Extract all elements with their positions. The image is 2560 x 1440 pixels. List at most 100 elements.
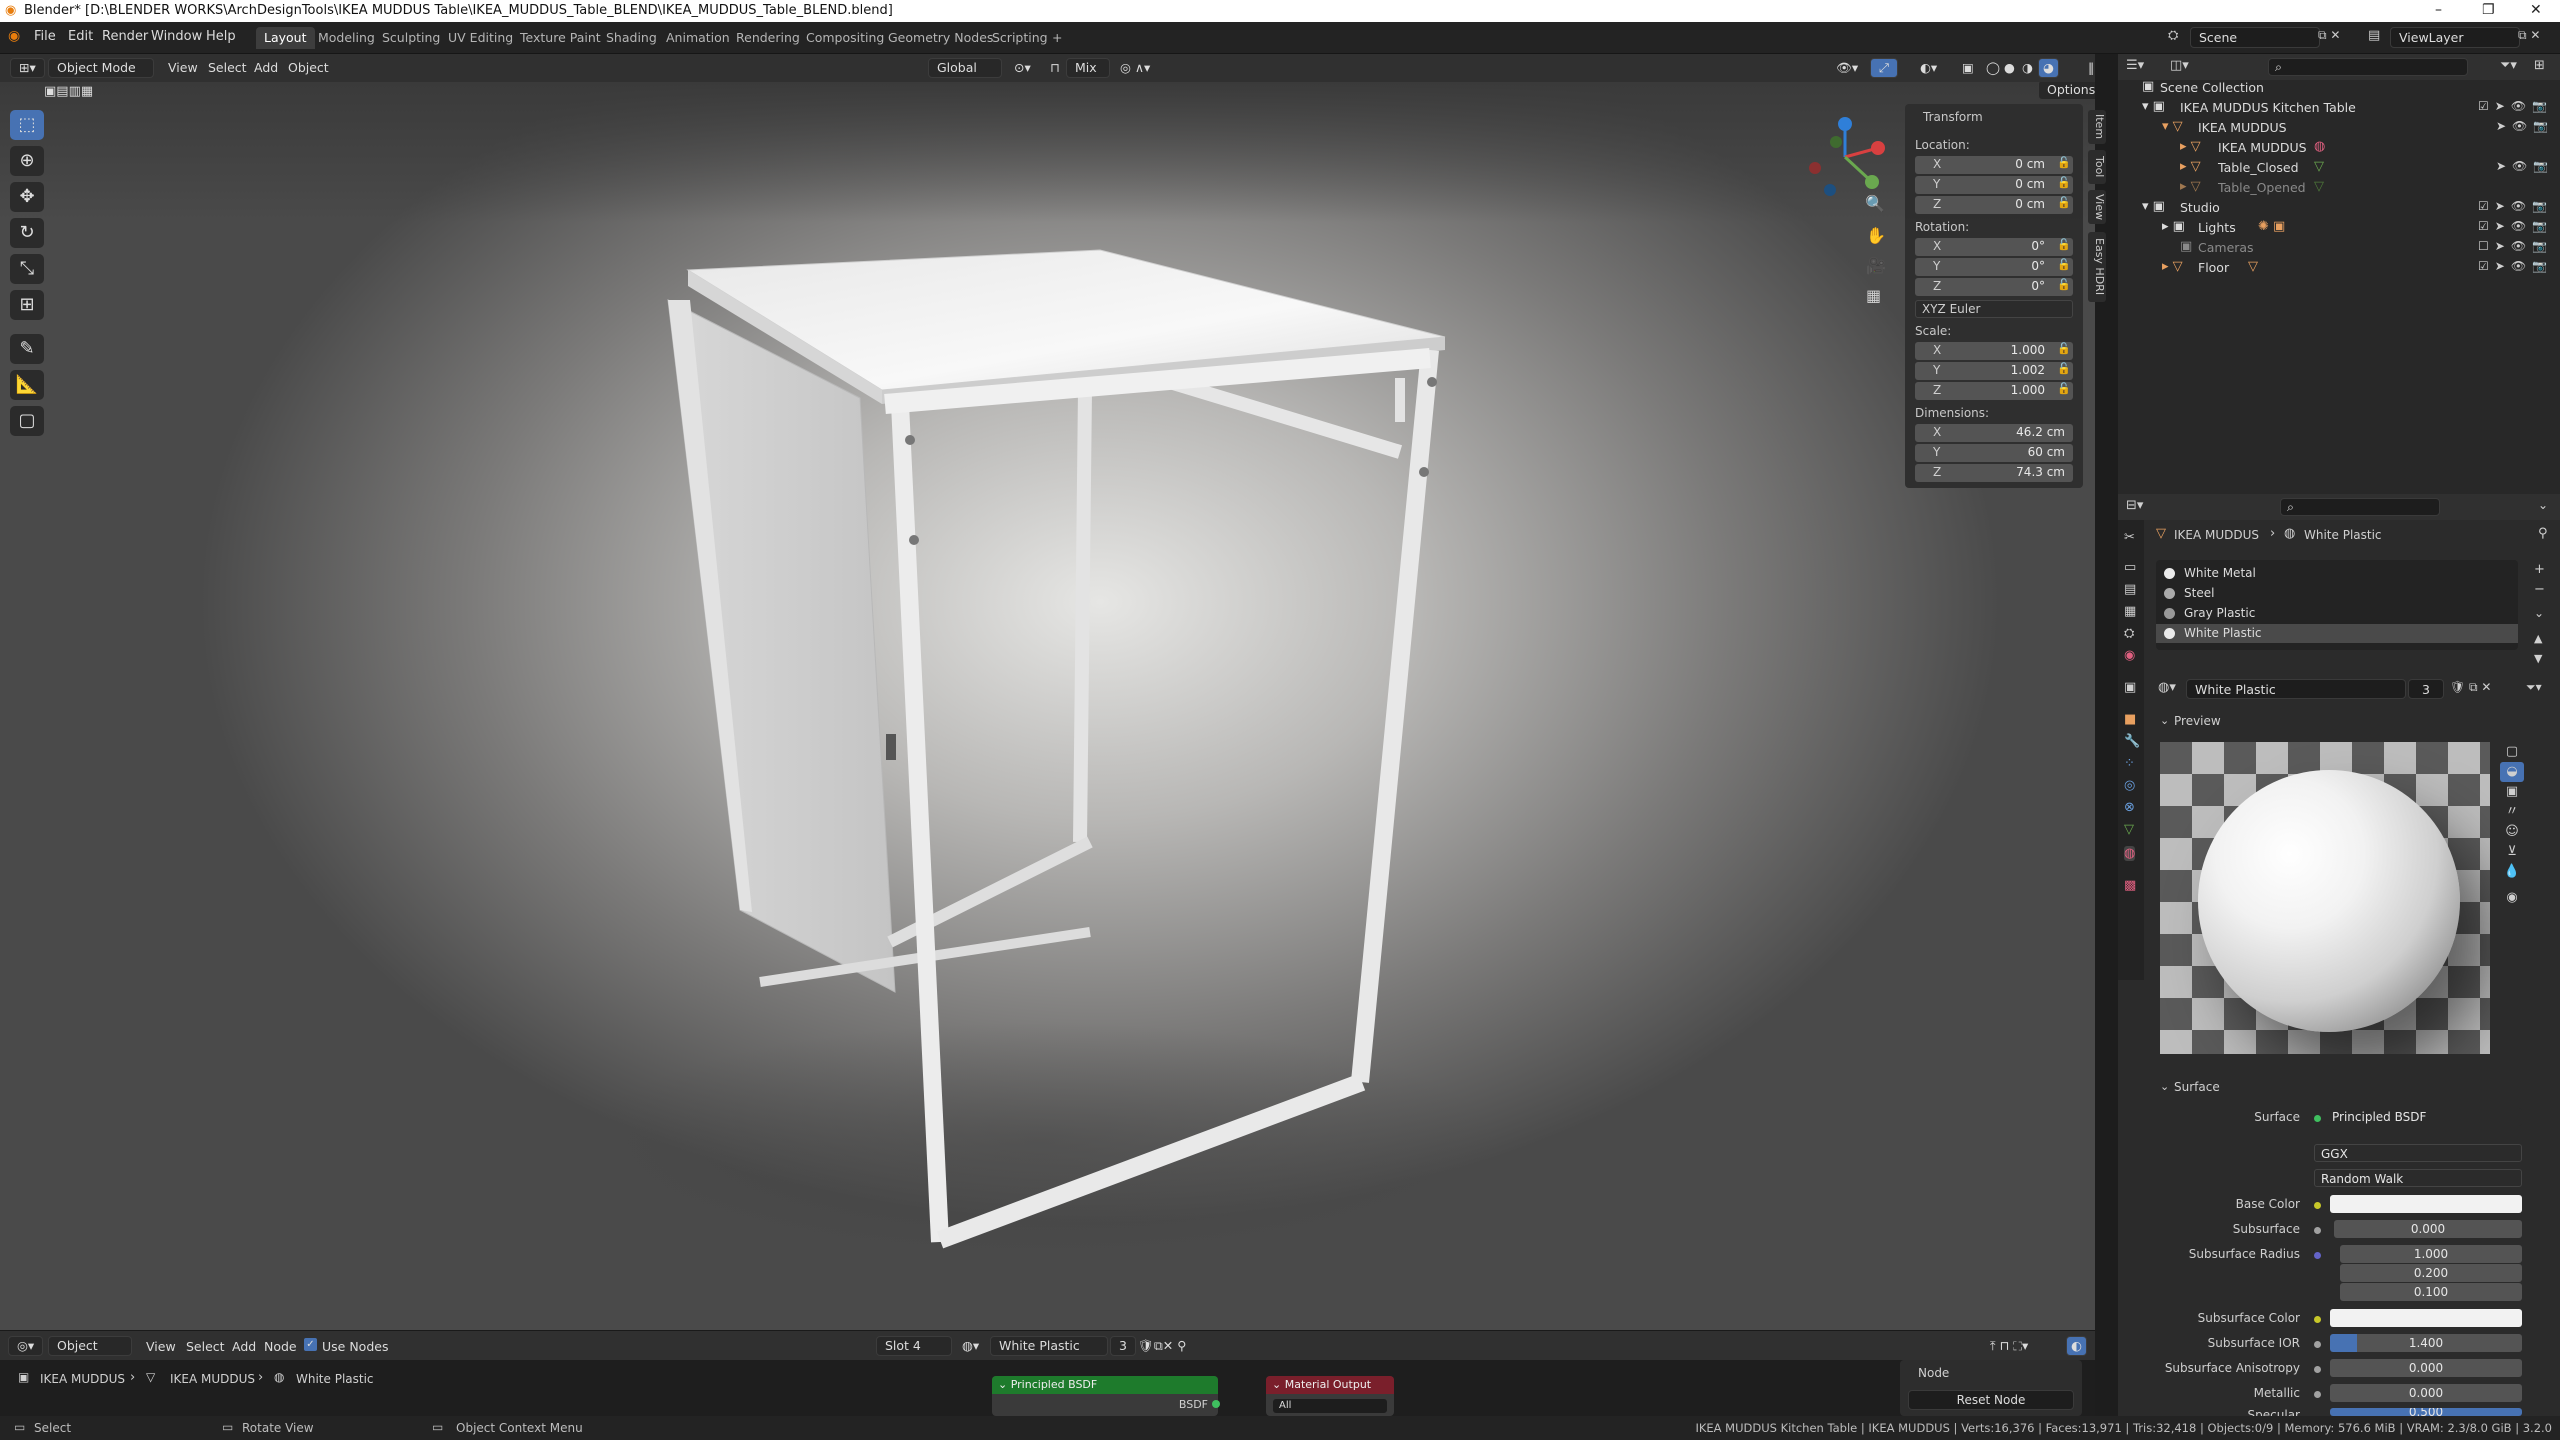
preview-flat-icon[interactable]: ▢ — [2500, 742, 2524, 762]
particles-tab-icon[interactable]: ⁘ — [2124, 756, 2135, 771]
view-menu[interactable]: View — [168, 60, 198, 75]
outliner-row-floor[interactable]: ▸ ▽ Floor ▽ ☑➤👁📷 — [2118, 258, 2560, 278]
transform-orientation[interactable]: Global — [928, 58, 1002, 78]
mode-selector[interactable]: Object Mode — [48, 58, 154, 78]
pin-icon[interactable]: ⚲ — [2538, 526, 2548, 541]
world-tab-icon[interactable]: ◉ — [2124, 648, 2135, 663]
shading-material-icon[interactable]: ◑ — [2022, 60, 2033, 75]
slot-specials-icon[interactable]: ⌄ — [2534, 606, 2544, 620]
dimension-x-field[interactable]: X 46.2 cm — [1915, 424, 2073, 442]
remove-slot-icon[interactable]: − — [2534, 582, 2545, 597]
outliner-row-kitchen-table[interactable]: ▾ ▣ IKEA MUDDUS Kitchen Table ☑➤👁📷 — [2118, 98, 2560, 118]
pivot-icon[interactable]: ⊙▾ — [1014, 60, 1031, 75]
render-tab-icon[interactable]: ▭ — [2124, 560, 2136, 575]
output-tab-icon[interactable]: ▤ — [2124, 582, 2136, 597]
preview-hair-icon[interactable]: 〃 — [2500, 802, 2524, 822]
object-tab-icon[interactable]: ■ — [2124, 712, 2136, 727]
viewlayer-selector[interactable]: ViewLayer — [2390, 27, 2520, 48]
output-target-select[interactable]: All — [1272, 1398, 1388, 1414]
preview-collapse-icon[interactable]: ⌄ — [2160, 714, 2169, 727]
tab-texture-paint[interactable]: Texture Paint — [512, 27, 609, 49]
menu-help[interactable]: Help — [206, 29, 236, 44]
node-material-actions-icon[interactable]: 🛡⧉✕ ⚲ — [1138, 1338, 1186, 1354]
npanel-tab-tool[interactable]: Tool — [2088, 150, 2106, 184]
filter-icon[interactable]: ⏷▾ — [2500, 58, 2517, 73]
subsurface-radius-z-field[interactable]: 0.100 — [2340, 1283, 2522, 1301]
npanel-tab-view[interactable]: View — [2088, 190, 2106, 224]
new-viewlayer-icon[interactable]: ⧉ ✕ — [2518, 28, 2540, 43]
material-tab-icon[interactable]: ◍ — [2124, 846, 2136, 861]
properties-options-icon[interactable]: ⌄ — [2538, 498, 2548, 512]
scale-z-field[interactable]: Z 1.000 🔓 — [1915, 382, 2073, 400]
tab-layout[interactable]: Layout — [256, 27, 315, 49]
data-tab-icon[interactable]: ▽ — [2124, 822, 2134, 837]
zoom-icon[interactable]: 🔍 — [1865, 194, 1885, 213]
location-y-field[interactable]: Y0 cm 🔓 — [1915, 176, 2073, 194]
node-node-menu[interactable]: Node — [264, 1339, 297, 1354]
distribution-select[interactable]: GGX — [2314, 1144, 2522, 1162]
visibility-icon[interactable]: 👁▾ — [1836, 60, 1858, 76]
snap-icon[interactable]: ⊓ — [1050, 60, 1060, 75]
material-slot-item[interactable]: Gray Plastic — [2156, 604, 2518, 623]
material-slot-item-selected[interactable]: White Plastic — [2156, 624, 2518, 643]
outliner-row-studio[interactable]: ▾ ▣ Studio ☑➤👁📷 — [2118, 198, 2560, 218]
npanel-tab-item[interactable]: Item — [2088, 110, 2106, 144]
shading-rendered-icon[interactable]: ◕ — [2038, 58, 2059, 78]
move-up-icon[interactable]: ▲ — [2534, 632, 2542, 645]
material-browse-icon[interactable]: ◍▾ — [2158, 680, 2176, 695]
blender-menu-icon[interactable]: ◉ — [8, 28, 20, 44]
location-x-field[interactable]: X0 cm 🔓 — [1915, 156, 2073, 174]
maximize-button[interactable]: ❐ — [2482, 2, 2495, 18]
material-output-node[interactable]: ⌄ Material Output All — [1266, 1376, 1394, 1416]
node-editor[interactable]: ▣ IKEA MUDDUS › ▽ IKEA MUDDUS › ◍ White … — [0, 1360, 2095, 1416]
editor-type-button[interactable]: ⊞▾ — [10, 58, 45, 78]
node-select-menu[interactable]: Select — [186, 1339, 225, 1354]
outliner-search-icon[interactable]: ⌕ — [2268, 58, 2468, 76]
outliner-row-cameras[interactable]: ▣ Cameras ☐➤👁📷 — [2118, 238, 2560, 258]
outliner-row-table-closed[interactable]: ▸ ▽ Table_Closed ▽ ➤👁📷 — [2118, 158, 2560, 178]
node-material-browse-icon[interactable]: ◍▾ — [962, 1338, 979, 1353]
add-workspace-button[interactable]: + — [1044, 27, 1070, 49]
npanel-tab-easy-hdri[interactable]: Easy HDRI — [2088, 232, 2106, 302]
snap-mode[interactable]: Mix — [1066, 58, 1110, 78]
specular-field[interactable]: 0.500 — [2330, 1408, 2522, 1416]
surface-collapse-icon[interactable]: ⌄ — [2160, 1080, 2169, 1093]
use-nodes-checkbox[interactable]: ✓ — [304, 1338, 317, 1351]
rotation-z-field[interactable]: Z 0° 🔓 — [1915, 278, 2073, 296]
xray-icon[interactable]: ▣ — [1962, 60, 1974, 75]
node-snap-icon[interactable]: ⤒ ⊓ ⛶▾ — [1990, 1338, 2028, 1354]
shader-type-select[interactable]: Object — [48, 1336, 132, 1356]
tool-tab-icon[interactable]: ✂ — [2124, 530, 2135, 545]
perspective-grid-icon[interactable]: ▦ — [1866, 286, 1881, 305]
subsurface-anisotropy-field[interactable]: 0.000 — [2330, 1359, 2522, 1377]
display-mode-icon[interactable]: ◫▾ — [2170, 58, 2189, 73]
principled-bsdf-node[interactable]: ⌄ Principled BSDF BSDF — [992, 1376, 1218, 1416]
outliner-row-lights[interactable]: ▸ ▣ Lights ✺ ▣ ☑➤👁📷 — [2118, 218, 2560, 238]
object-menu[interactable]: Object — [288, 60, 329, 75]
rotation-x-field[interactable]: X 0° 🔓 — [1915, 238, 2073, 256]
outliner-row-ikea-muddus-mesh[interactable]: ▸ ▽ IKEA MUDDUS ◍ — [2118, 138, 2560, 158]
preview-world-icon[interactable]: ◉ — [2500, 888, 2524, 908]
navigation-gizmo[interactable] — [1800, 112, 1890, 202]
pause-render-icon[interactable]: ‖ — [2088, 60, 2094, 75]
dimension-z-field[interactable]: Z 74.3 cm — [1915, 464, 2073, 482]
tab-sculpting[interactable]: Sculpting — [374, 27, 448, 49]
tab-shading[interactable]: Shading — [598, 27, 665, 49]
scale-x-field[interactable]: X 1.000 🔓 — [1915, 342, 2073, 360]
subsurface-color-swatch[interactable] — [2330, 1309, 2522, 1327]
fake-user-icon[interactable]: 🛡 ⧉ ✕ — [2450, 680, 2492, 695]
gizmo-toggle-icon[interactable]: ⤢ — [1870, 58, 1899, 78]
metallic-field[interactable]: 0.000 — [2330, 1384, 2522, 1402]
close-button[interactable]: ✕ — [2530, 2, 2542, 18]
node-editor-type-icon[interactable]: ◎▾ — [8, 1336, 44, 1356]
properties-editor-icon[interactable]: ⊟▾ — [2126, 498, 2143, 513]
scene-tab-icon[interactable]: ⛭ — [2124, 626, 2134, 641]
menu-render[interactable]: Render — [102, 29, 148, 44]
overlays-icon[interactable]: ◐▾ — [1920, 60, 1937, 75]
node-material-name[interactable]: White Plastic — [990, 1336, 1108, 1356]
subsurface-radius-x-field[interactable]: 1.000 — [2340, 1245, 2522, 1263]
slot-select[interactable]: Slot 4 — [876, 1336, 952, 1356]
outliner-editor-icon[interactable]: ☰▾ — [2126, 58, 2144, 73]
preview-cube-icon[interactable]: ▣ — [2500, 782, 2524, 802]
subsurface-radius-y-field[interactable]: 0.200 — [2340, 1264, 2522, 1282]
